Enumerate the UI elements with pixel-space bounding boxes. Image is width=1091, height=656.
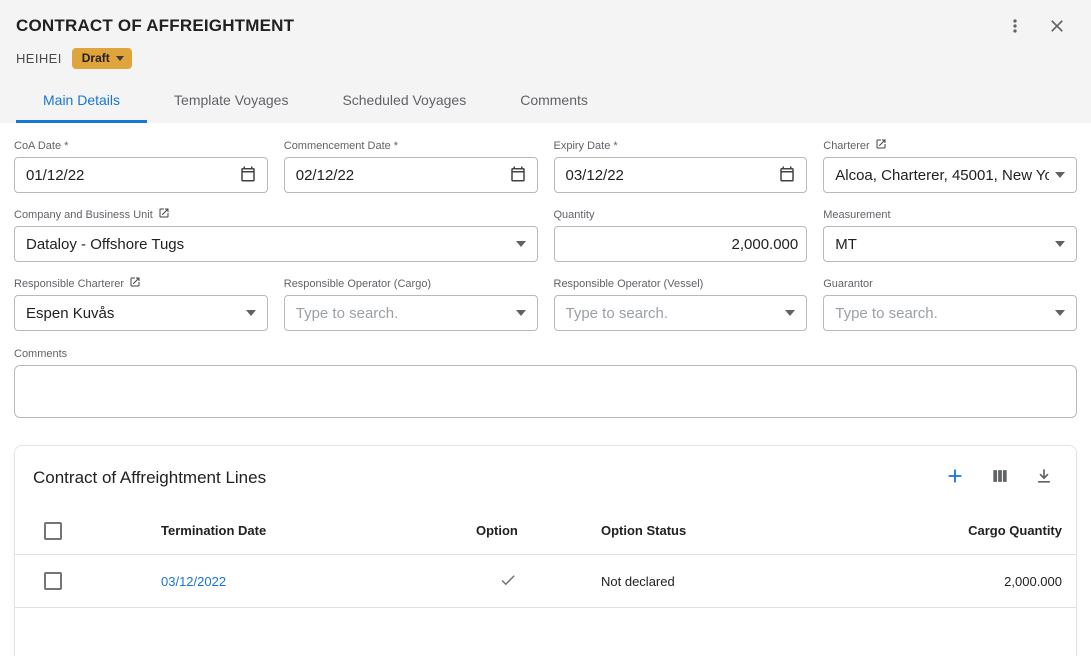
col-cargo-quantity: Cargo Quantity xyxy=(851,523,1076,538)
select-all-checkbox[interactable] xyxy=(44,522,62,540)
tab-scheduled-voyages[interactable]: Scheduled Voyages xyxy=(315,81,493,123)
add-line-button[interactable] xyxy=(942,463,968,492)
more-options-button[interactable] xyxy=(1003,14,1027,41)
responsible-operator-cargo-field-group: Responsible Operator (Cargo) xyxy=(284,277,538,331)
caret-down-icon xyxy=(785,310,795,316)
columns-icon xyxy=(990,466,1010,489)
header: CONTRACT OF AFFREIGHTMENT HEIHEI Draft M… xyxy=(0,0,1091,123)
responsible-charterer-input[interactable] xyxy=(26,305,240,322)
charterer-field-group: Charterer xyxy=(823,139,1077,193)
company-business-unit-input[interactable] xyxy=(26,236,510,253)
kebab-menu-icon xyxy=(1005,16,1025,39)
commencement-date-label: Commencement Date * xyxy=(284,139,538,152)
close-icon xyxy=(1047,16,1067,39)
responsible-operator-vessel-field-group: Responsible Operator (Vessel) xyxy=(554,277,808,331)
tab-comments[interactable]: Comments xyxy=(493,81,615,123)
responsible-operator-cargo-select[interactable] xyxy=(284,295,538,331)
quantity-label: Quantity xyxy=(554,208,808,221)
comments-field-group: Comments xyxy=(14,347,1077,423)
caret-down-icon xyxy=(246,310,256,316)
tab-template-voyages[interactable]: Template Voyages xyxy=(147,81,315,123)
col-option: Option xyxy=(421,523,551,538)
caret-down-icon xyxy=(1055,241,1065,247)
expiry-date-label: Expiry Date * xyxy=(554,139,808,152)
cargo-quantity-value: 2,000.000 xyxy=(851,574,1076,589)
expiry-date-field-group: Expiry Date * xyxy=(554,139,808,193)
column-settings-button[interactable] xyxy=(988,464,1012,491)
coa-date-calendar-button[interactable] xyxy=(237,163,259,188)
responsible-operator-vessel-input[interactable] xyxy=(566,305,780,322)
commencement-date-input[interactable] xyxy=(296,167,501,184)
measurement-select[interactable] xyxy=(823,226,1077,262)
lines-card-title: Contract of Affreightment Lines xyxy=(33,468,266,488)
responsible-operator-cargo-label: Responsible Operator (Cargo) xyxy=(284,277,538,290)
calendar-icon xyxy=(239,165,257,186)
measurement-label: Measurement xyxy=(823,208,1077,221)
caret-down-icon xyxy=(116,56,124,61)
responsible-charterer-label: Responsible Charterer xyxy=(14,278,124,290)
quantity-input[interactable] xyxy=(566,236,799,253)
responsible-operator-cargo-input[interactable] xyxy=(296,305,510,322)
coa-lines-card: Contract of Affreightment Lines T xyxy=(14,445,1077,656)
caret-down-icon xyxy=(1055,310,1065,316)
tab-bar: Main Details Template Voyages Scheduled … xyxy=(16,81,1075,123)
guarantor-field-group: Guarantor xyxy=(823,277,1077,331)
contract-name: HEIHEI xyxy=(16,51,62,66)
responsible-operator-vessel-select[interactable] xyxy=(554,295,808,331)
main-details-panel: CoA Date * Commencement Date * xyxy=(0,123,1091,423)
company-business-unit-field-group: Company and Business Unit xyxy=(14,208,538,262)
quantity-field-group: Quantity xyxy=(554,208,808,262)
plus-icon xyxy=(944,465,966,490)
tab-main-details[interactable]: Main Details xyxy=(16,81,147,123)
coa-date-input[interactable] xyxy=(26,167,231,184)
status-badge[interactable]: Draft xyxy=(72,48,132,69)
responsible-charterer-select[interactable] xyxy=(14,295,268,331)
expiry-date-input[interactable] xyxy=(566,167,771,184)
measurement-input[interactable] xyxy=(835,236,1049,253)
charterer-input[interactable] xyxy=(835,167,1049,184)
table-row[interactable]: 03/12/2022 Not declared 2,000.000 xyxy=(15,555,1076,608)
lines-table-header: Termination Date Option Option Status Ca… xyxy=(15,507,1076,555)
termination-date-link[interactable]: 03/12/2022 xyxy=(161,574,226,589)
col-termination-date: Termination Date xyxy=(91,523,421,538)
download-button[interactable] xyxy=(1032,464,1056,491)
commencement-date-calendar-button[interactable] xyxy=(507,163,529,188)
open-in-new-icon[interactable] xyxy=(158,207,170,222)
caret-down-icon xyxy=(516,241,526,247)
col-option-status: Option Status xyxy=(551,523,851,538)
guarantor-label: Guarantor xyxy=(823,277,1077,290)
page-title: CONTRACT OF AFFREIGHTMENT xyxy=(16,14,294,36)
commencement-date-field-group: Commencement Date * xyxy=(284,139,538,193)
coa-date-field-group: CoA Date * xyxy=(14,139,268,193)
guarantor-select[interactable] xyxy=(823,295,1077,331)
charterer-select[interactable] xyxy=(823,157,1077,193)
caret-down-icon xyxy=(516,310,526,316)
guarantor-input[interactable] xyxy=(835,305,1049,322)
open-in-new-icon[interactable] xyxy=(129,276,141,291)
comments-label: Comments xyxy=(14,347,1077,360)
close-button[interactable] xyxy=(1045,14,1069,41)
option-check-icon xyxy=(499,577,517,592)
calendar-icon xyxy=(778,165,796,186)
calendar-icon xyxy=(509,165,527,186)
row-checkbox[interactable] xyxy=(44,572,62,590)
option-status-value: Not declared xyxy=(551,574,851,589)
caret-down-icon xyxy=(1055,172,1065,178)
download-icon xyxy=(1034,466,1054,489)
measurement-field-group: Measurement xyxy=(823,208,1077,262)
responsible-charterer-field-group: Responsible Charterer xyxy=(14,277,268,331)
comments-input[interactable] xyxy=(14,365,1077,418)
expiry-date-calendar-button[interactable] xyxy=(776,163,798,188)
charterer-label: Charterer xyxy=(823,140,869,152)
company-business-unit-label: Company and Business Unit xyxy=(14,209,153,221)
company-business-unit-select[interactable] xyxy=(14,226,538,262)
open-in-new-icon[interactable] xyxy=(875,138,887,153)
responsible-operator-vessel-label: Responsible Operator (Vessel) xyxy=(554,277,808,290)
coa-date-label: CoA Date * xyxy=(14,139,268,152)
